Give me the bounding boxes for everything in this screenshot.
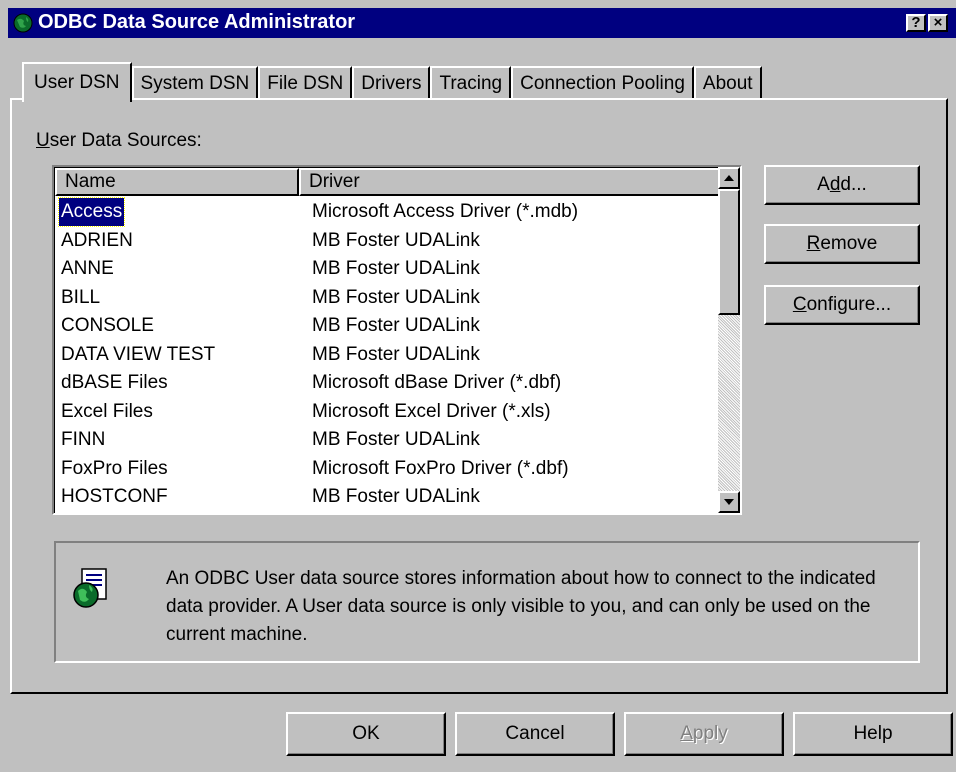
list-area: Name Driver Access Microsoft Access Drive… <box>54 167 720 513</box>
row-driver: Microsoft Access Driver (*.mdb) <box>312 201 579 222</box>
tab-strip: User DSN System DSN File DSN Drivers Tra… <box>22 60 762 102</box>
ok-button[interactable]: OK <box>286 712 446 756</box>
help-button[interactable]: Help <box>793 712 953 756</box>
info-groupbox: An ODBC User data source stores informat… <box>54 541 920 663</box>
list-row[interactable]: BILL MB Foster UDALink <box>55 284 718 313</box>
info-description: An ODBC User data source stores informat… <box>166 568 876 645</box>
row-driver: MB Foster UDALink <box>312 486 480 507</box>
row-name: ADRIEN <box>61 229 133 251</box>
row-name: Access <box>57 197 126 227</box>
add-label-pre: A <box>817 174 830 195</box>
user-data-sources-label: User Data Sources: <box>36 130 202 152</box>
row-name: dBASE Files <box>61 372 168 393</box>
vertical-scrollbar[interactable] <box>718 167 740 513</box>
scroll-thumb[interactable] <box>718 189 740 315</box>
row-name: FoxPro Files <box>61 457 168 479</box>
list-row[interactable]: dBASE Files Microsoft dBase Driver (*.dbf… <box>55 369 718 398</box>
list-row[interactable]: FINN MB Foster UDALink <box>55 426 718 455</box>
list-row[interactable]: HOSTCONF MB Foster UDALink <box>55 483 718 512</box>
apply-mnemonic: A <box>680 723 693 744</box>
list-row[interactable]: ANNE MB Foster UDALink <box>55 255 718 284</box>
row-driver: MB Foster UDALink <box>312 315 480 336</box>
scroll-down-button[interactable] <box>718 491 740 513</box>
apply-button[interactable]: Apply <box>624 712 784 756</box>
row-name: BILL <box>61 286 101 308</box>
configure-label-post: onfigure... <box>806 294 892 315</box>
tab-drivers[interactable]: Drivers <box>352 66 431 100</box>
row-driver: MB Foster UDALink <box>312 229 480 251</box>
arrow-down-icon <box>724 499 734 505</box>
row-driver: Microsoft FoxPro Driver (*.dbf) <box>312 457 569 479</box>
odbc-admin-window: ODBC Data Source Administrator ? × User … <box>0 0 956 772</box>
tab-user-dsn[interactable]: User DSN <box>22 62 132 102</box>
tab-about[interactable]: About <box>693 66 762 100</box>
add-button[interactable]: Ad d... <box>764 165 920 205</box>
list-row[interactable]: FoxPro Files Microsoft FoxPro Driver (*.d… <box>55 455 718 484</box>
remove-button[interactable]: Remove <box>764 224 920 264</box>
list-row[interactable]: ADRIEN MB Foster UDALink <box>55 227 718 256</box>
row-name: DATA VIEW TEST <box>61 343 216 365</box>
arrow-up-icon <box>724 175 734 181</box>
row-name: HOSTCONF <box>61 486 168 507</box>
column-header-driver[interactable]: Driver <box>299 168 720 196</box>
list-row[interactable]: DATA VIEW TEST MB Foster UDALink <box>55 341 718 370</box>
tab-file-dsn[interactable]: File DSN <box>258 66 353 100</box>
row-name: Excel Files <box>61 400 153 422</box>
data-sources-list[interactable]: Name Driver Access Microsoft Access Drive… <box>52 165 742 515</box>
help-title-button[interactable]: ? <box>906 14 926 32</box>
configure-mnemonic: C <box>792 294 807 315</box>
row-driver: MB Foster UDALink <box>312 429 480 450</box>
add-mnemonic: d <box>829 174 841 195</box>
row-driver: Microsoft dBase Driver (*.dbf) <box>312 372 562 393</box>
list-row[interactable]: Access Microsoft Access Driver (*.mdb) <box>55 197 718 227</box>
tab-tracing[interactable]: Tracing <box>430 66 512 100</box>
row-name: FINN <box>61 429 106 450</box>
list-row[interactable]: CONSOLE MB Foster UDALink <box>55 312 718 341</box>
close-title-button[interactable]: × <box>928 14 948 32</box>
row-driver: MB Foster UDALink <box>312 286 480 308</box>
scroll-up-button[interactable] <box>718 167 740 189</box>
row-driver: Microsoft Excel Driver (*.xls) <box>312 400 551 422</box>
apply-label-post: pply <box>692 723 728 744</box>
row-name: CONSOLE <box>61 315 154 336</box>
add-label-post: d... <box>840 174 867 195</box>
row-driver: MB Foster UDALink <box>312 258 480 279</box>
label-rest: ser Data Sources: <box>49 130 202 151</box>
cancel-button[interactable]: Cancel <box>455 712 615 756</box>
data-source-icon <box>73 568 107 608</box>
remove-mnemonic: R <box>806 233 821 254</box>
tab-system-dsn[interactable]: System DSN <box>131 66 259 100</box>
column-header-name[interactable]: Name <box>55 168 299 196</box>
tab-connection-pooling[interactable]: Connection Pooling <box>511 66 694 100</box>
window-title: ODBC Data Source Administrator <box>38 11 356 33</box>
title-bar[interactable]: ODBC Data Source Administrator ? × <box>8 8 956 38</box>
row-name: ANNE <box>61 258 114 279</box>
row-driver: MB Foster UDALink <box>312 343 480 365</box>
remove-label-post: emove <box>820 233 878 254</box>
configure-button[interactable]: Configure... <box>764 285 920 325</box>
globe-icon <box>13 13 33 33</box>
list-row[interactable]: Excel Files Microsoft Excel Driver (*.xls… <box>55 398 718 427</box>
label-mnemonic: U <box>36 130 50 151</box>
list-rows: Access Microsoft Access Driver (*.mdb) AD… <box>55 197 718 512</box>
